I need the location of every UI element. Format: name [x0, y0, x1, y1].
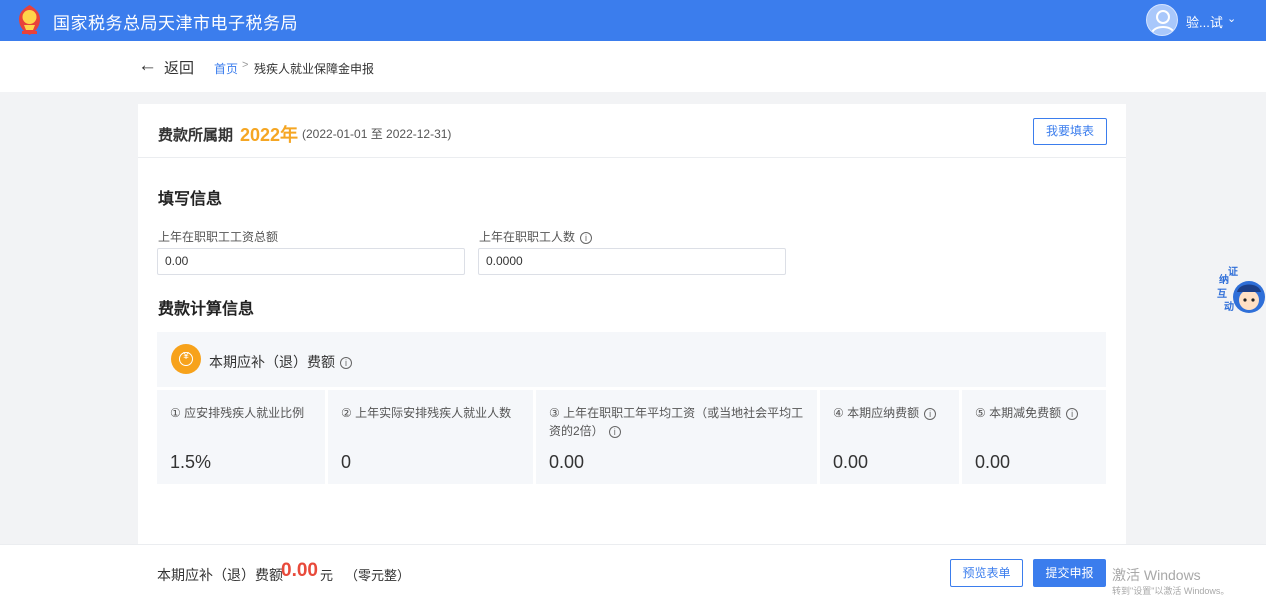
site-title: 国家税务总局天津市电子税务局	[53, 14, 298, 33]
metric-label-line: ③ 上年在职职工年平均工资（或当地社会平均工	[549, 406, 804, 420]
metric-disabled-employees: ② 上年实际安排残疾人就业人数 0	[328, 390, 533, 484]
metric-label: ② 上年实际安排残疾人就业人数	[341, 406, 512, 420]
tax-assistant-mascot-icon[interactable]: 纳 证 互 动	[1215, 266, 1266, 318]
yen-coin-icon: ¥	[171, 344, 201, 374]
fee-header: ¥ 本期应补（退）费额 i	[157, 332, 1106, 387]
total-unit: 元	[320, 568, 334, 583]
user-name[interactable]: 验...试	[1186, 12, 1223, 31]
info-icon[interactable]: i	[1066, 407, 1079, 420]
metric-label-line-wrap: 资的2倍） i	[549, 422, 803, 440]
top-bar: 国家税务总局天津市电子税务局 验...试 ⌄	[0, 0, 1266, 41]
breadcrumb-separator-icon: >	[242, 59, 249, 71]
declaration-card: 费款所属期 2022年 (2022-01-01 至 2022-12-31) 我要…	[138, 104, 1126, 554]
breadcrumb-home-link[interactable]: 首页	[214, 60, 238, 77]
fee-title: 本期应补（退）费额	[209, 354, 335, 370]
total-amount-words: （零元整）	[345, 568, 411, 583]
assistant-char: 动	[1224, 300, 1234, 313]
employee-count-label-wrap: 上年在职职工人数 i	[479, 228, 593, 245]
metric-label: ③ 上年在职职工年平均工资（或当地社会平均工 资的2倍） i	[549, 404, 803, 440]
back-arrow-icon[interactable]: ←	[138, 55, 157, 77]
metric-value: 0.00	[833, 452, 869, 472]
metric-label-wrap: ⑤ 本期减免费额 i	[975, 404, 1079, 422]
metric-employment-ratio: ① 应安排残疾人就业比例 1.5%	[157, 390, 325, 484]
calc-info-title: 费款计算信息	[158, 301, 255, 318]
employee-count-input[interactable]: 0.0000	[478, 248, 786, 275]
bottom-bar: 本期应补（退）费额 0.00 元 （零元整） 预览表单 提交申报 激活 Wind…	[0, 544, 1266, 595]
preview-form-button[interactable]: 预览表单	[950, 559, 1023, 587]
back-button[interactable]: 返回	[164, 57, 194, 78]
salary-total-input[interactable]: 0.00	[157, 248, 465, 275]
info-icon[interactable]: i	[340, 357, 352, 370]
metric-label-line: 资的2倍）	[549, 424, 604, 438]
windows-activation-watermark: 激活 Windows	[1112, 567, 1201, 583]
metric-label-wrap: ④ 本期应纳费额 i	[833, 404, 937, 422]
tax-emblem-icon	[16, 3, 43, 37]
metric-reduced-fee: ⑤ 本期减免费额 i 0.00	[962, 390, 1106, 484]
total-label: 本期应补（退）费额	[157, 567, 283, 583]
fill-info-title: 填写信息	[158, 191, 223, 208]
metric-value: 1.5%	[170, 452, 212, 472]
metric-value: 0	[341, 452, 352, 472]
metric-value: 0.00	[549, 452, 585, 472]
period-label: 费款所属期	[158, 127, 234, 144]
period-year: 2022年	[240, 125, 299, 145]
breadcrumb-current: 残疾人就业保障金申报	[254, 62, 375, 76]
chevron-down-icon[interactable]: ⌄	[1227, 12, 1236, 25]
metric-label: ⑤ 本期减免费额	[975, 406, 1062, 420]
submit-declaration-button[interactable]: 提交申报	[1033, 559, 1106, 587]
info-icon[interactable]: i	[580, 231, 593, 244]
info-icon[interactable]: i	[608, 425, 621, 438]
nav-bar: ← 返回 首页 > 残疾人就业保障金申报	[0, 41, 1266, 92]
metric-value: 0.00	[975, 452, 1011, 472]
yen-symbol: ¥	[183, 351, 189, 362]
total-amount: 0.00	[281, 560, 318, 581]
period-header: 费款所属期 2022年 (2022-01-01 至 2022-12-31) 我要…	[138, 104, 1126, 158]
fee-title-wrap: 本期应补（退）费额 i	[209, 352, 352, 372]
metric-label: ① 应安排残疾人就业比例	[170, 406, 305, 420]
fill-form-button[interactable]: 我要填表	[1033, 118, 1107, 145]
employee-count-label: 上年在职职工人数	[479, 230, 576, 244]
info-icon[interactable]: i	[924, 407, 937, 420]
salary-total-label: 上年在职职工工资总额	[158, 230, 279, 244]
metric-label: ④ 本期应纳费额	[833, 406, 920, 420]
metric-average-salary: ③ 上年在职职工年平均工资（或当地社会平均工 资的2倍） i 0.00	[536, 390, 817, 484]
assistant-char: 证	[1228, 266, 1238, 278]
assistant-char: 互	[1217, 288, 1227, 300]
metric-payable-fee: ④ 本期应纳费额 i 0.00	[820, 390, 959, 484]
windows-activation-hint: 转到"设置"以激活 Windows。	[1112, 586, 1230, 595]
period-range: (2022-01-01 至 2022-12-31)	[302, 127, 452, 141]
user-avatar-icon[interactable]	[1146, 4, 1178, 36]
